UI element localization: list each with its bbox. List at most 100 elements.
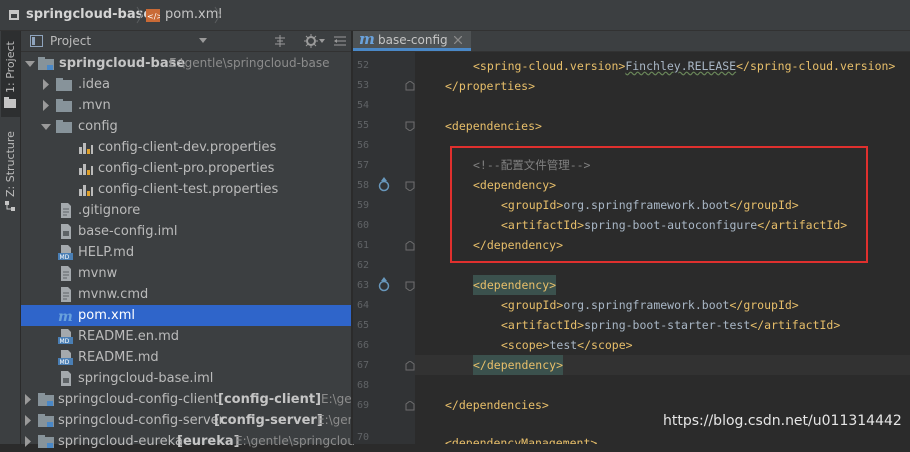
line-number: 66 (356, 340, 369, 351)
collapsed-arrow-icon[interactable] (22, 431, 34, 452)
chevron-right-icon (214, 6, 221, 24)
md-file-icon: MD (58, 245, 73, 260)
svg-text:MD: MD (60, 338, 70, 344)
project-panel-title[interactable]: Project (50, 31, 91, 51)
tree-item-readme-md[interactable]: MD README.md (21, 347, 351, 368)
override-marker-icon[interactable] (378, 277, 390, 292)
editor-tab-bar: m base-config (353, 30, 910, 52)
line-number: 52 (356, 60, 369, 71)
svg-text:m: m (58, 309, 73, 323)
chevron-down-icon[interactable] (319, 39, 325, 43)
editor-tab-base-config[interactable]: m base-config (353, 30, 471, 51)
tree-item-label: springcloud-base.iml (78, 371, 214, 386)
tree-item-path: E:\gentle\springcloud-base (169, 56, 330, 70)
gear-icon[interactable] (304, 34, 318, 48)
tree-item-gitignore[interactable]: .gitignore (21, 200, 351, 221)
maven-file-icon: m (58, 309, 73, 323)
collapse-all-icon[interactable] (273, 34, 287, 48)
chevron-right-icon (136, 6, 143, 24)
hide-panel-icon[interactable] (334, 36, 346, 46)
tree-item-label: pom.xml (78, 308, 135, 323)
tree-item-base-config-iml[interactable]: base-config.iml (21, 221, 351, 242)
line-number: 61 (356, 240, 369, 251)
fold-marker-icon[interactable] (405, 361, 415, 371)
properties-file-icon (79, 164, 93, 175)
tree-item-config-client-pro[interactable]: config-client-pro.properties (21, 158, 351, 179)
tree-item-tag: [config-client] (218, 392, 322, 407)
line-number: 70 (356, 432, 369, 443)
code-line-66: <scope>test</scope> (501, 338, 633, 352)
tree-item-label: config-client-test.properties (98, 182, 279, 197)
editor-tab-label: base-config (378, 33, 448, 47)
line-number: 57 (356, 160, 369, 171)
collapsed-arrow-icon[interactable] (22, 410, 34, 431)
properties-file-icon (79, 143, 93, 154)
iml-file-icon (61, 371, 71, 386)
tree-item-label: config (78, 119, 118, 134)
tree-item-config-server-module[interactable]: springcloud-config-server [config-server… (21, 410, 371, 431)
project-panel: Project springcloud-base E:\gentle\sprin… (21, 31, 375, 449)
override-marker-icon[interactable] (378, 177, 390, 192)
fold-marker-icon[interactable] (405, 181, 415, 191)
line-number: 68 (356, 380, 369, 391)
dropdown-arrow-icon[interactable] (199, 38, 207, 44)
tree-item-label: config-client-pro.properties (98, 161, 275, 176)
tree-item-label: HELP.md (78, 245, 135, 260)
tree-item-config-client-test[interactable]: config-client-test.properties (21, 179, 351, 200)
tool-tab-structure-label: Z: Structure (4, 131, 17, 197)
md-file-icon: MD (58, 329, 73, 344)
close-icon[interactable] (454, 36, 462, 44)
module-folder-icon (38, 393, 54, 406)
tool-tab-project[interactable]: 1: Project (1, 31, 20, 117)
tree-item-springcloud-base-iml[interactable]: springcloud-base.iml (21, 368, 351, 389)
tree-item-label: springcloud-base (59, 56, 186, 71)
tool-tab-structure[interactable]: Z: Structure (1, 121, 20, 231)
breadcrumb-project[interactable]: springcloud-base (26, 0, 152, 30)
fold-marker-icon[interactable] (405, 281, 415, 291)
tree-item-label: springcloud-config-client (58, 392, 219, 407)
tree-item-idea[interactable]: .idea (21, 74, 351, 95)
code-line-70: <dependencyManagement> (445, 436, 598, 444)
expanded-arrow-icon[interactable] (24, 53, 36, 74)
line-number: 64 (356, 300, 369, 311)
tree-item-label: README.md (78, 350, 159, 365)
structure-icon (5, 201, 15, 211)
tree-item-mvnw-cmd[interactable]: mvnw.cmd (21, 284, 351, 305)
code-line-63: <dependency> (473, 275, 557, 295)
annotation-box (450, 146, 868, 263)
tree-item-config-client-module[interactable]: springcloud-config-client [config-client… (21, 389, 375, 410)
code-line-64: <groupId>org.springframework.boot</group… (501, 298, 799, 312)
module-icon (9, 10, 19, 20)
fold-marker-icon[interactable] (405, 121, 415, 131)
tree-item-label: .gitignore (78, 203, 141, 218)
tree-item-eureka-module[interactable]: springcloud-eureka [eureka] E:\gentle\sp… (21, 431, 355, 452)
module-folder-icon (38, 57, 54, 70)
collapsed-arrow-icon[interactable] (40, 95, 52, 116)
properties-file-icon (79, 185, 93, 196)
line-number: 63 (356, 280, 369, 291)
fold-marker-icon[interactable] (405, 401, 415, 411)
fold-marker-icon[interactable] (405, 81, 415, 91)
text-file-icon (61, 266, 71, 281)
tree-item-help-md[interactable]: MD HELP.md (21, 242, 351, 263)
tree-item-pom-xml[interactable]: m pom.xml (21, 305, 351, 326)
code-editor[interactable]: <spring-cloud.version>Finchley.RELEASE</… (415, 52, 910, 444)
folder-icon (56, 99, 72, 112)
tree-item-config[interactable]: config (21, 116, 351, 137)
tree-item-label: .idea (78, 77, 110, 92)
tree-item-mvn[interactable]: .mvn (21, 95, 351, 116)
tree-item-springcloud-base[interactable]: springcloud-base E:\gentle\springcloud-b… (21, 53, 351, 74)
collapsed-arrow-icon[interactable] (22, 389, 34, 410)
line-number: 56 (356, 140, 369, 151)
collapsed-arrow-icon[interactable] (40, 74, 52, 95)
folder-icon (56, 120, 72, 133)
fold-marker-icon[interactable] (405, 241, 415, 251)
line-number: 54 (356, 100, 369, 111)
line-number: 53 (356, 80, 369, 91)
tree-item-readme-en-md[interactable]: MD README.en.md (21, 326, 351, 347)
project-view-icon (30, 35, 43, 47)
expanded-arrow-icon[interactable] (40, 116, 52, 137)
tree-item-config-client-dev[interactable]: config-client-dev.properties (21, 137, 351, 158)
tree-item-mvnw[interactable]: mvnw (21, 263, 351, 284)
svg-text:MD: MD (60, 359, 70, 365)
